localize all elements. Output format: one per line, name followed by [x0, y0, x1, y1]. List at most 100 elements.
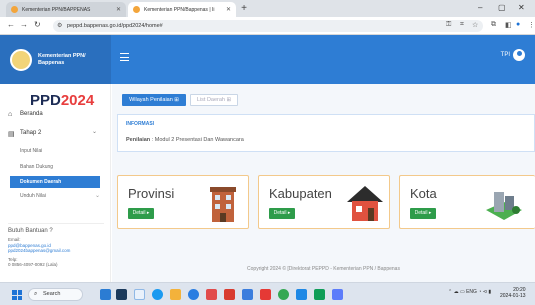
edge-icon[interactable] — [152, 289, 163, 300]
app-icon[interactable] — [260, 289, 271, 300]
city-block-icon — [486, 192, 522, 220]
sidebar-subitem-unduh-nilai[interactable]: Unduh Nilai — [20, 193, 46, 199]
task-view-icon[interactable] — [116, 289, 127, 300]
favicon-icon — [133, 6, 140, 13]
garuda-logo-icon — [10, 48, 32, 71]
close-window-button[interactable]: ✕ — [518, 3, 525, 12]
url-field[interactable]: ⚙ peppd.bappenas.go.id/ppd2024/home# — [53, 20, 483, 32]
card-kota: Kota Detail ▸ — [399, 175, 535, 229]
taskbar-search[interactable]: ⌕ Search — [28, 288, 83, 301]
sidebar-subitem-dokumen-daerah[interactable]: Dokumen Daerah — [10, 176, 100, 188]
app-icon[interactable] — [314, 289, 325, 300]
maximize-button[interactable]: ▢ — [498, 3, 506, 12]
os-taskbar: ⌕ Search ⌃ ☁ ▭ ENG ◔ ⊲ ▮ 20:20 2024-01-1… — [0, 282, 535, 305]
site-info-icon[interactable]: ⚙ — [57, 20, 62, 32]
detail-button[interactable]: Detail ▸ — [410, 208, 436, 219]
help-box: Butuh Bantuan ? Email: ppd@bappenas.go.i… — [8, 223, 104, 281]
avatar-icon — [513, 49, 525, 61]
favicon-icon — [11, 6, 18, 13]
widgets-icon[interactable] — [100, 289, 111, 300]
card-title: Kota — [410, 186, 437, 201]
extensions-icon[interactable]: ⧉ — [491, 21, 496, 29]
app-header: Kementerian PPN/ Bappenas TPI — [0, 35, 535, 84]
sidebar-subitem-bahan-dukung[interactable]: Bahan Dukung — [20, 164, 53, 170]
list-daerah-button[interactable]: List Daerah ⊞ — [190, 94, 238, 106]
info-panel: INFORMASI Penilaian : Modul 2 Presentasi… — [117, 114, 535, 152]
info-title: INFORMASI — [126, 121, 155, 127]
main-content: Wilayah Penilaian ⊞ List Daerah ⊞ INFORM… — [112, 84, 535, 282]
tab-label: Kementerian PPN/BAPPENAS — [22, 6, 91, 13]
app-icon[interactable] — [296, 289, 307, 300]
app-icon[interactable] — [188, 289, 199, 300]
help-email-1[interactable]: ppd@bappenas.go.id — [8, 243, 51, 248]
logo-year: 2024 — [60, 92, 95, 109]
minimize-button[interactable]: – — [478, 3, 482, 12]
brand-line-2: Bappenas — [38, 59, 65, 66]
logo-text: PPD — [30, 92, 61, 109]
browser-tab-1[interactable]: Kementerian PPN/BAPPENAS ✕ — [6, 2, 126, 17]
home-icon: ⌂ — [8, 111, 13, 118]
reload-icon[interactable]: ↻ — [34, 20, 41, 29]
address-bar-row: ← → ↻ ⚙ peppd.bappenas.go.id/ppd2024/hom… — [0, 17, 535, 35]
chevron-down-icon: ⌄ — [92, 129, 98, 135]
card-title: Provinsi — [128, 186, 175, 201]
building-icon — [210, 187, 236, 222]
new-tab-button[interactable]: + — [238, 2, 250, 15]
help-title: Butuh Bantuan ? — [8, 228, 53, 234]
windows-start-icon[interactable] — [12, 290, 22, 300]
taskbar-clock[interactable]: 20:20 2024-01-13 — [500, 287, 526, 299]
url-text: peppd.bappenas.go.id/ppd2024/home# — [67, 23, 163, 29]
footer-copyright: Copyright 2024 © [Direktorat PEPPD - Kem… — [247, 266, 400, 272]
house-icon — [347, 186, 383, 221]
document-icon: ▤ — [8, 131, 15, 138]
browser-tab-bar: Kementerian PPN/BAPPENAS ✕ Kementerian P… — [0, 0, 535, 17]
app-icon[interactable] — [332, 289, 343, 300]
sidebar-item-label: Tahap 2 — [20, 130, 42, 136]
back-icon[interactable]: ← — [7, 20, 15, 29]
app-icon[interactable] — [242, 289, 253, 300]
info-value: : Modul 2 Presentasi Dan Wawancara — [151, 137, 244, 143]
brand[interactable]: Kementerian PPN/ Bappenas — [0, 35, 111, 84]
file-explorer-icon[interactable] — [134, 289, 145, 300]
help-phone: 0 0856-4097-0092 (Lala) — [8, 262, 58, 267]
info-label: Penilaian — [126, 137, 151, 143]
folder-icon[interactable] — [170, 289, 181, 300]
card-title: Kabupaten — [269, 186, 332, 201]
office-icon[interactable] — [224, 289, 235, 300]
translate-icon[interactable]: ⌗ — [460, 21, 464, 29]
menu-icon[interactable]: ⋮ — [528, 21, 535, 29]
sidebar-subitem-input-nilai[interactable]: Input Nilai — [20, 148, 42, 154]
forward-icon[interactable]: → — [20, 20, 28, 29]
user-menu[interactable]: TPI — [501, 49, 525, 61]
wilayah-penilaian-button[interactable]: Wilayah Penilaian ⊞ — [122, 94, 186, 106]
ppd-logo: PPD2024 — [30, 92, 94, 109]
help-email-2[interactable]: ppd2024bappenas@gmail.com — [8, 248, 70, 253]
profile-icon[interactable]: ● — [516, 21, 520, 28]
close-tab-icon[interactable]: ✕ — [226, 6, 231, 13]
brand-line-1: Kementerian PPN/ — [38, 52, 86, 59]
detail-button[interactable]: Detail ▸ — [269, 208, 295, 219]
star-icon[interactable]: ☆ — [472, 21, 478, 29]
info-text: Penilaian : Modul 2 Presentasi Dan Wawan… — [126, 137, 244, 143]
browser-tab-2[interactable]: Kementerian PPN/Bappenas | Ii ✕ — [128, 2, 236, 17]
brand-text: Kementerian PPN/ Bappenas — [38, 53, 86, 67]
chevron-down-icon: ⌄ — [95, 193, 101, 199]
sidebar-subitem-label: Dokumen Daerah — [20, 179, 62, 185]
clock-date: 2024-01-13 — [500, 293, 526, 299]
sidebar-item-label: Beranda — [20, 111, 43, 117]
hamburger-menu-icon[interactable] — [120, 53, 129, 61]
key-icon[interactable]: ⚿ — [446, 21, 451, 29]
sidebar-item-tahap2[interactable]: ▤ Tahap 2 ⌄ — [0, 129, 111, 140]
tray-lang: ENG — [466, 289, 477, 295]
card-kabupaten: Kabupaten Detail ▸ — [258, 175, 390, 229]
sidepanel-icon[interactable]: ◧ — [505, 21, 512, 29]
tab-label: Kementerian PPN/Bappenas | Ii — [144, 6, 215, 13]
close-tab-icon[interactable]: ✕ — [116, 6, 121, 13]
chrome-icon[interactable] — [278, 289, 289, 300]
detail-button[interactable]: Detail ▸ — [128, 208, 154, 219]
user-name: TPI — [500, 52, 510, 58]
card-provinsi: Provinsi Detail ▸ — [117, 175, 249, 229]
system-tray[interactable]: ⌃ ☁ ▭ ENG ◔ ⊲ ▮ — [448, 289, 491, 295]
app-icon[interactable] — [206, 289, 217, 300]
sidebar-item-beranda[interactable]: ⌂ Beranda — [0, 111, 111, 121]
